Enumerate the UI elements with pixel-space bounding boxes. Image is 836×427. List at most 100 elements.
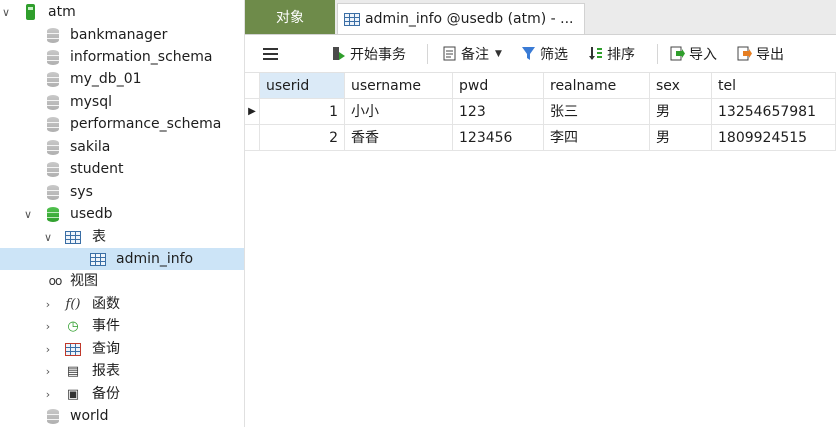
db-item-sys[interactable]: sys [0, 181, 244, 203]
grid-header: userid username pwd realname sex tel [245, 73, 836, 99]
db-item-information-schema[interactable]: information_schema [0, 46, 244, 68]
note-button[interactable]: 备注 ▼ [442, 35, 502, 72]
toolbar-divider [657, 44, 658, 64]
group-label: 函数 [92, 296, 120, 312]
chevron-down-icon[interactable]: ∨ [22, 203, 34, 225]
cell-userid[interactable]: 2 [260, 125, 345, 151]
import-button[interactable]: 导入 [670, 35, 717, 72]
sort-label: 排序 [607, 46, 635, 63]
cell-realname[interactable]: 李四 [544, 125, 650, 151]
group-reports[interactable]: › ▤ 报表 [0, 360, 244, 382]
chevron-right-icon[interactable]: › [42, 360, 54, 382]
chevron-right-icon[interactable]: › [42, 338, 54, 360]
db-label: sys [70, 184, 93, 200]
db-item-world[interactable]: world [0, 405, 244, 427]
chevron-down-icon[interactable]: ∨ [42, 226, 54, 248]
group-label: 报表 [92, 363, 120, 379]
import-label: 导入 [689, 46, 717, 63]
column-header-username[interactable]: username [345, 73, 453, 99]
tab-bar: 对象 admin_info @usedb (atm) - ... [245, 0, 836, 35]
sort-button[interactable]: 排序 [588, 35, 635, 72]
export-icon [737, 46, 752, 61]
db-item-usedb[interactable]: ∨ usedb [0, 203, 244, 225]
database-icon [44, 158, 62, 180]
column-header-pwd[interactable]: pwd [453, 73, 544, 99]
clock-icon: ◷ [67, 318, 79, 334]
export-label: 导出 [756, 46, 784, 63]
column-header-realname[interactable]: realname [544, 73, 650, 99]
group-queries[interactable]: › 查询 [0, 338, 244, 360]
group-label: 表 [92, 229, 106, 245]
db-label: bankmanager [70, 27, 168, 43]
table-row[interactable]: ▶ 1 小小 123 张三 男 13254657981 [245, 99, 836, 125]
navigator-sidebar: ∨ atm bankmanager information_schema my_… [0, 0, 245, 427]
tab-admin-info[interactable]: admin_info @usedb (atm) - ... [337, 3, 585, 34]
db-item-performance-schema[interactable]: performance_schema [0, 113, 244, 135]
column-header-userid[interactable]: userid [260, 73, 345, 99]
cell-username[interactable]: 小小 [345, 99, 453, 125]
group-views[interactable]: oo 视图 [0, 270, 244, 292]
group-tables[interactable]: ∨ 表 [0, 226, 244, 248]
chevron-right-icon[interactable]: › [42, 383, 54, 405]
function-icon: f() [65, 296, 81, 312]
db-item-sakila[interactable]: sakila [0, 136, 244, 158]
database-icon [44, 181, 62, 203]
db-item-bankmanager[interactable]: bankmanager [0, 24, 244, 46]
group-backups[interactable]: › ▣ 备份 [0, 383, 244, 405]
group-label: 备份 [92, 386, 120, 402]
toolbar-divider [427, 44, 428, 64]
tab-objects[interactable]: 对象 [245, 0, 335, 34]
sort-icon [588, 46, 603, 61]
caret-down-icon[interactable]: ▼ [495, 49, 502, 59]
table-row[interactable]: 2 香香 123456 李四 男 1809924515 [245, 125, 836, 151]
chevron-right-icon[interactable]: › [42, 293, 54, 315]
db-item-my-db-01[interactable]: my_db_01 [0, 68, 244, 90]
cell-sex[interactable]: 男 [650, 99, 712, 125]
query-icon [64, 338, 82, 360]
database-icon [44, 203, 62, 225]
glasses-icon: oo [48, 274, 63, 288]
tab-label: admin_info @usedb (atm) - ... [365, 11, 574, 27]
backup-icon: ▣ [66, 386, 80, 402]
filter-button[interactable]: 筛选 [521, 35, 568, 72]
chevron-down-icon[interactable]: ∨ [0, 1, 12, 23]
filter-icon [521, 46, 536, 61]
cell-tel[interactable]: 13254657981 [712, 99, 836, 125]
data-grid: userid username pwd realname sex tel ▶ 1… [245, 73, 836, 427]
connection-icon [21, 1, 39, 23]
table-icon [344, 12, 360, 26]
column-header-tel[interactable]: tel [712, 73, 836, 99]
report-icon: ▤ [66, 363, 80, 379]
cell-realname[interactable]: 张三 [544, 99, 650, 125]
chevron-right-icon[interactable]: › [42, 315, 54, 337]
menu-icon [263, 47, 278, 60]
begin-transaction-button[interactable]: 开始事务 [331, 35, 406, 72]
row-marker [245, 125, 260, 151]
db-label: mysql [70, 94, 112, 110]
group-functions[interactable]: › f() 函数 [0, 293, 244, 315]
cell-tel[interactable]: 1809924515 [712, 125, 836, 151]
group-label: 查询 [92, 341, 120, 357]
table-item-admin-info[interactable]: admin_info [0, 248, 244, 270]
cell-sex[interactable]: 男 [650, 125, 712, 151]
db-label: world [70, 408, 109, 424]
menu-button[interactable] [263, 35, 278, 72]
column-header-sex[interactable]: sex [650, 73, 712, 99]
cell-username[interactable]: 香香 [345, 125, 453, 151]
transaction-icon [331, 46, 346, 61]
group-label: 视图 [70, 273, 98, 289]
database-icon [44, 24, 62, 46]
database-icon [44, 405, 62, 427]
db-item-mysql[interactable]: mysql [0, 91, 244, 113]
table-toolbar: 开始事务 备注 ▼ 筛选 排序 导入 导出 [245, 35, 836, 73]
export-button[interactable]: 导出 [737, 35, 784, 72]
table-group-icon [64, 226, 82, 248]
note-label: 备注 [461, 46, 489, 63]
db-item-student[interactable]: student [0, 158, 244, 180]
cell-pwd[interactable]: 123 [453, 99, 544, 125]
group-events[interactable]: › ◷ 事件 [0, 315, 244, 337]
connection-label: atm [48, 4, 76, 20]
cell-pwd[interactable]: 123456 [453, 125, 544, 151]
cell-userid[interactable]: 1 [260, 99, 345, 125]
connection-atm[interactable]: ∨ atm [0, 1, 244, 23]
